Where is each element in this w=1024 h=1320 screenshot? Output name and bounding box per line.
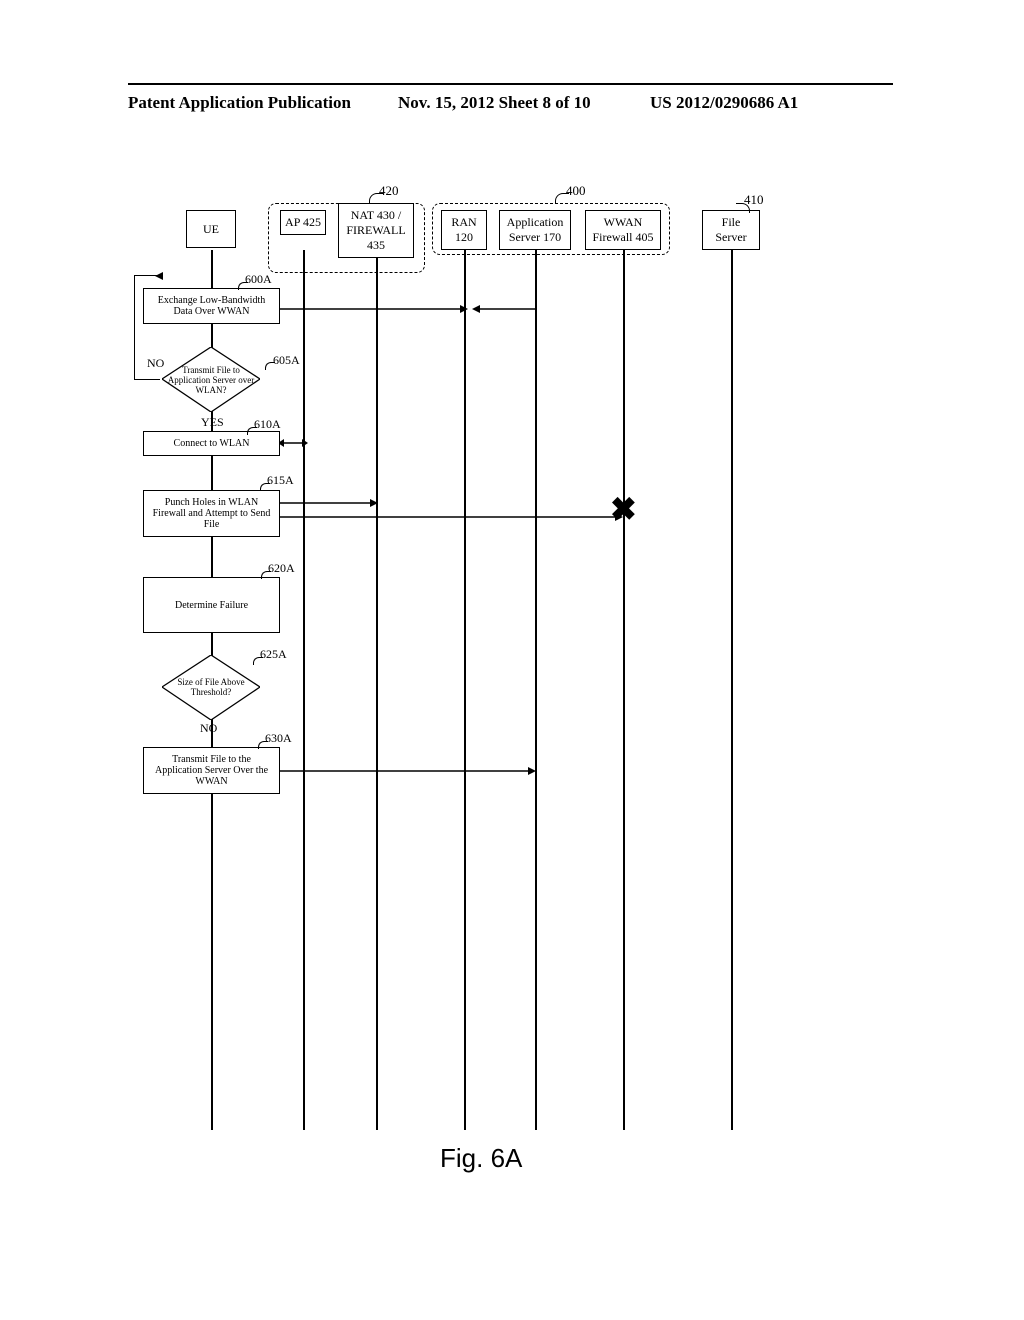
step-615a-ref: 615A xyxy=(267,473,294,488)
step-615a-box: Punch Holes in WLAN Firewall and Attempt… xyxy=(143,490,280,537)
arrow-615a-to-wwan-blocked xyxy=(280,511,630,523)
column-wwan-firewall: WWAN Firewall 405 xyxy=(585,210,661,250)
label-yes-605a: YES xyxy=(201,415,224,430)
sequence-diagram: 420 400 410 UE AP 425 NAT 430 / FIREWALL… xyxy=(160,175,870,1195)
lifeline-nat xyxy=(376,250,378,1130)
page-header: Patent Application Publication Nov. 15, … xyxy=(0,83,1024,85)
lifeline-ap xyxy=(303,250,305,1130)
step-600a-ref: 600A xyxy=(245,272,272,287)
figure-label: Fig. 6A xyxy=(440,1143,522,1174)
column-application-server: Application Server 170 xyxy=(499,210,571,250)
label-no-625a: NO xyxy=(200,721,217,736)
step-620a-box: Determine Failure xyxy=(143,577,280,633)
step-600a-box: Exchange Low-Bandwidth Data Over WWAN xyxy=(143,288,280,324)
header-date-sheet: Nov. 15, 2012 Sheet 8 of 10 xyxy=(398,93,591,113)
arrow-615a-to-nat xyxy=(280,497,380,509)
column-ran: RAN 120 xyxy=(441,210,487,250)
lifeline-ran xyxy=(464,250,466,1130)
ref-420: 420 xyxy=(379,183,399,199)
lifeline-file xyxy=(731,250,733,1130)
step-610a-box: Connect to WLAN xyxy=(143,431,280,456)
arrowhead-icon xyxy=(155,271,167,281)
column-file-server: File Server xyxy=(702,210,760,250)
arrow-610a-bidir xyxy=(280,437,310,449)
header-publication: Patent Application Publication xyxy=(128,93,351,113)
decision-605a: Transmit File to Application Server over… xyxy=(162,347,260,412)
column-ue: UE xyxy=(186,210,236,248)
column-nat-firewall: NAT 430 / FIREWALL 435 xyxy=(338,203,414,258)
ref-410: 410 xyxy=(744,192,764,208)
label-no-605a: NO xyxy=(147,356,164,371)
step-630a-ref: 630A xyxy=(265,731,292,746)
step-630a-box: Transmit File to the Application Server … xyxy=(143,747,280,794)
ref-400: 400 xyxy=(566,183,586,199)
step-605a-ref: 605A xyxy=(273,353,300,368)
lifeline-wwan xyxy=(623,250,625,1130)
step-610a-ref: 610A xyxy=(254,417,281,432)
arrow-630a-to-as xyxy=(280,765,540,777)
blocked-x-icon: ✖ xyxy=(610,490,637,528)
lifeline-as xyxy=(535,250,537,1130)
step-620a-ref: 620A xyxy=(268,561,295,576)
decision-625a: Size of File Above Threshold? xyxy=(162,655,260,720)
column-ap: AP 425 xyxy=(280,210,326,235)
arrow-600a-to-ran xyxy=(280,303,540,315)
step-625a-ref: 625A xyxy=(260,647,287,662)
header-patent-number: US 2012/0290686 A1 xyxy=(650,93,798,113)
